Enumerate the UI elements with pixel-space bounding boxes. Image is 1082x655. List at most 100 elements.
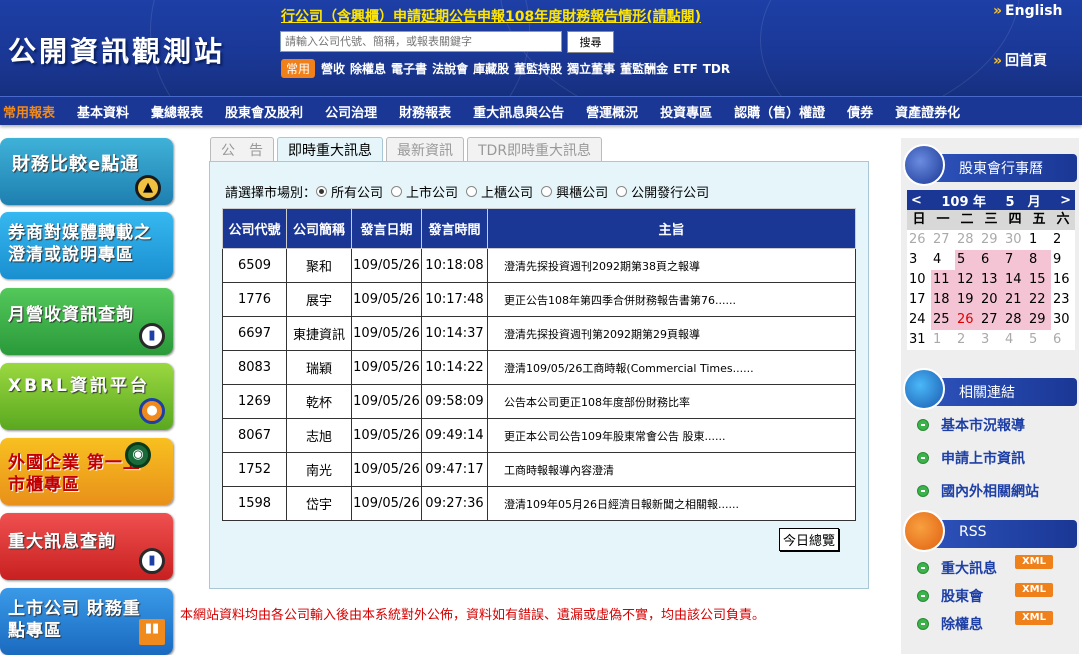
announcement-link[interactable]: 行公司（含興櫃）申請延期公告申報108年度財務報告情形(請點閱) (281, 6, 701, 26)
table-row[interactable]: 8067 志旭 109/05/26 09:49:14 更正本公司公告109年股東常會公告… (222, 418, 856, 453)
subject-cell[interactable]: 更正公告108年第四季合併財務報告書第76...... (487, 282, 856, 317)
radio-otc[interactable]: 上櫃公司 (466, 182, 533, 201)
calendar-day[interactable]: 7 (1003, 250, 1027, 270)
radio-emerging[interactable]: 興櫃公司 (541, 182, 608, 201)
xml-badge[interactable]: XML (1015, 583, 1053, 597)
calendar-day: 2 (1053, 232, 1062, 247)
promo-media-clarification[interactable]: 券商對媒體轉載之 澄清或說明專區 (0, 212, 173, 279)
menu-summary-reports[interactable]: 彙總報表 (140, 102, 214, 121)
radio-public[interactable]: 公開發行公司 (616, 182, 709, 201)
table-row[interactable]: 6509 聚和 109/05/26 10:18:08 澄清先探投資週刊2092期第38頁… (222, 248, 856, 283)
promo-xbrl[interactable]: XBRL資訊平台 ● (0, 363, 173, 430)
calendar-day[interactable]: 27 (979, 310, 1003, 330)
calendar-day[interactable]: 12 (955, 270, 979, 290)
radio-all-companies[interactable]: 所有公司 (316, 182, 383, 201)
quick-link-ebook[interactable]: 電子書 (391, 60, 427, 77)
xml-badge[interactable]: XML (1015, 611, 1053, 625)
link-market-report[interactable]: 基本市況報導 (917, 415, 1025, 435)
subject-cell[interactable]: 更正本公司公告109年股東常會公告 股東...... (487, 418, 856, 453)
quick-link-remuneration[interactable]: 董監酬金 (620, 60, 668, 77)
promo-foreign-listing[interactable]: 外國企業 第一上市櫃專區 ◉ (0, 438, 173, 505)
company-code-cell: 1776 (222, 282, 287, 317)
quick-link-tdr[interactable]: TDR (703, 62, 730, 76)
table-row[interactable]: 1598 岱宇 109/05/26 09:27:36 澄清109年05月26日經濟日報新… (222, 486, 856, 521)
menu-basic-info[interactable]: 基本資料 (66, 102, 140, 121)
menu-financial[interactable]: 財務報表 (388, 102, 462, 121)
promo-monthly-revenue[interactable]: 月營收資訊查詢 ▮ (0, 288, 173, 355)
calendar-day[interactable]: 6 (979, 250, 1003, 270)
subject-cell[interactable]: 澄清109/05/26工商時報(Commercial Times...... (487, 350, 856, 385)
tab-announcement[interactable]: 公 告 (210, 137, 274, 161)
link-listing-apply[interactable]: 申請上市資訊 (917, 448, 1025, 468)
today-overview-button[interactable]: 今日總覽 (779, 528, 840, 551)
calendar-day[interactable]: 15 (1027, 270, 1051, 290)
quick-link-conference[interactable]: 法說會 (432, 60, 468, 77)
promo-financial-focus[interactable]: 上市公司 財務重點專區 ▮▮ (0, 588, 173, 655)
search-input[interactable] (280, 31, 562, 52)
quick-link-revenue[interactable]: 營收 (321, 60, 345, 77)
quick-link-etf[interactable]: ETF (673, 62, 698, 76)
calendar-day[interactable]: 25 (931, 310, 955, 330)
menu-common-reports[interactable]: 常用報表 (0, 102, 66, 121)
promo-label: 券商對媒體轉載之 澄清或說明專區 (8, 223, 152, 265)
calendar-day[interactable]: 26 (955, 310, 979, 330)
rss-title: RSS (959, 524, 987, 540)
rss-shareholders[interactable]: 股東會 (917, 586, 983, 606)
menu-governance[interactable]: 公司治理 (314, 102, 388, 121)
rss-material-info[interactable]: 重大訊息 (917, 558, 997, 578)
subject-cell[interactable]: 公告本公司更正108年度部份財務比率 (487, 384, 856, 419)
menu-warrants[interactable]: 認購（售）權證 (723, 102, 836, 121)
calendar-day[interactable]: 19 (955, 290, 979, 310)
home-link[interactable]: » 回首頁 (993, 50, 1047, 70)
quick-link-independent[interactable]: 獨立董事 (567, 60, 615, 77)
subject-cell[interactable]: 工商時報報導內容澄清 (487, 452, 856, 487)
radio-listed[interactable]: 上市公司 (391, 182, 458, 201)
subject-cell[interactable]: 澄清先探投資週刊第2092期第29頁報導 (487, 316, 856, 351)
quick-link-dividend[interactable]: 除權息 (350, 60, 386, 77)
tab-realtime-material[interactable]: 即時重大訊息 (277, 137, 383, 161)
table-row[interactable]: 1776 展宇 109/05/26 10:17:48 更正公告108年第四季合併財務報告… (222, 282, 856, 317)
menu-operations[interactable]: 營運概況 (575, 102, 649, 121)
english-link[interactable]: » English (993, 3, 1063, 19)
xml-badge[interactable]: XML (1015, 555, 1053, 569)
calendar-day: 10 (909, 272, 926, 287)
calendar-day[interactable]: 5 (955, 250, 979, 270)
calendar-day[interactable]: 22 (1027, 290, 1051, 310)
search-button[interactable]: 搜尋 (567, 31, 614, 53)
calendar-day[interactable]: 18 (931, 290, 955, 310)
calendar-day[interactable]: 20 (979, 290, 1003, 310)
menu-material-info[interactable]: 重大訊息與公告 (462, 102, 575, 121)
time-cell: 10:14:22 (421, 350, 488, 385)
table-row[interactable]: 1752 南光 109/05/26 09:47:17 工商時報報導內容澄清 (222, 452, 856, 487)
quick-link-holdings[interactable]: 董監持股 (514, 60, 562, 77)
subject-cell[interactable]: 澄清109年05月26日經濟日報新聞之相關報...... (487, 486, 856, 521)
calendar-day[interactable]: 29 (1027, 310, 1051, 330)
rss-dividend[interactable]: 除權息 (917, 614, 983, 634)
table-row[interactable]: 8083 瑞穎 109/05/26 10:14:22 澄清109/05/26工商時報(C… (222, 350, 856, 385)
tab-latest-info[interactable]: 最新資訊 (386, 137, 464, 161)
table-row[interactable]: 6697 東捷資訊 109/05/26 10:14:37 澄清先探投資週刊第2092期第… (222, 316, 856, 351)
weekday-header: 日 (907, 210, 931, 230)
time-cell: 09:47:17 (421, 452, 488, 487)
table-row[interactable]: 1269 乾杯 109/05/26 09:58:09 公告本公司更正108年度部份財務比… (222, 384, 856, 419)
menu-bonds[interactable]: 債券 (836, 102, 884, 121)
prev-month-button[interactable]: < (911, 193, 922, 208)
subject-cell[interactable]: 澄清先探投資週刊2092期第38頁之報導 (487, 248, 856, 283)
menu-investment[interactable]: 投資專區 (649, 102, 723, 121)
calendar-day[interactable]: 28 (1003, 310, 1027, 330)
site-logo[interactable]: 公開資訊觀測站 (8, 30, 225, 70)
next-month-button[interactable]: > (1060, 193, 1071, 208)
date-cell: 109/05/26 (351, 486, 422, 521)
calendar-day[interactable]: 21 (1003, 290, 1027, 310)
menu-securitization[interactable]: 資產證券化 (884, 102, 971, 121)
quick-link-treasury[interactable]: 庫藏股 (473, 60, 509, 77)
menu-shareholders[interactable]: 股東會及股利 (214, 102, 314, 121)
calendar-day[interactable]: 8 (1027, 250, 1051, 270)
promo-financial-compare[interactable]: 財務比較e點通 ▲ (0, 138, 173, 205)
promo-material-search[interactable]: 重大訊息查詢 ▮ (0, 513, 173, 580)
calendar-day[interactable]: 13 (979, 270, 1003, 290)
link-related-sites[interactable]: 國內外相關網站 (917, 481, 1039, 501)
calendar-day[interactable]: 14 (1003, 270, 1027, 290)
tab-tdr-material[interactable]: TDR即時重大訊息 (467, 137, 603, 161)
calendar-day[interactable]: 11 (931, 270, 955, 290)
